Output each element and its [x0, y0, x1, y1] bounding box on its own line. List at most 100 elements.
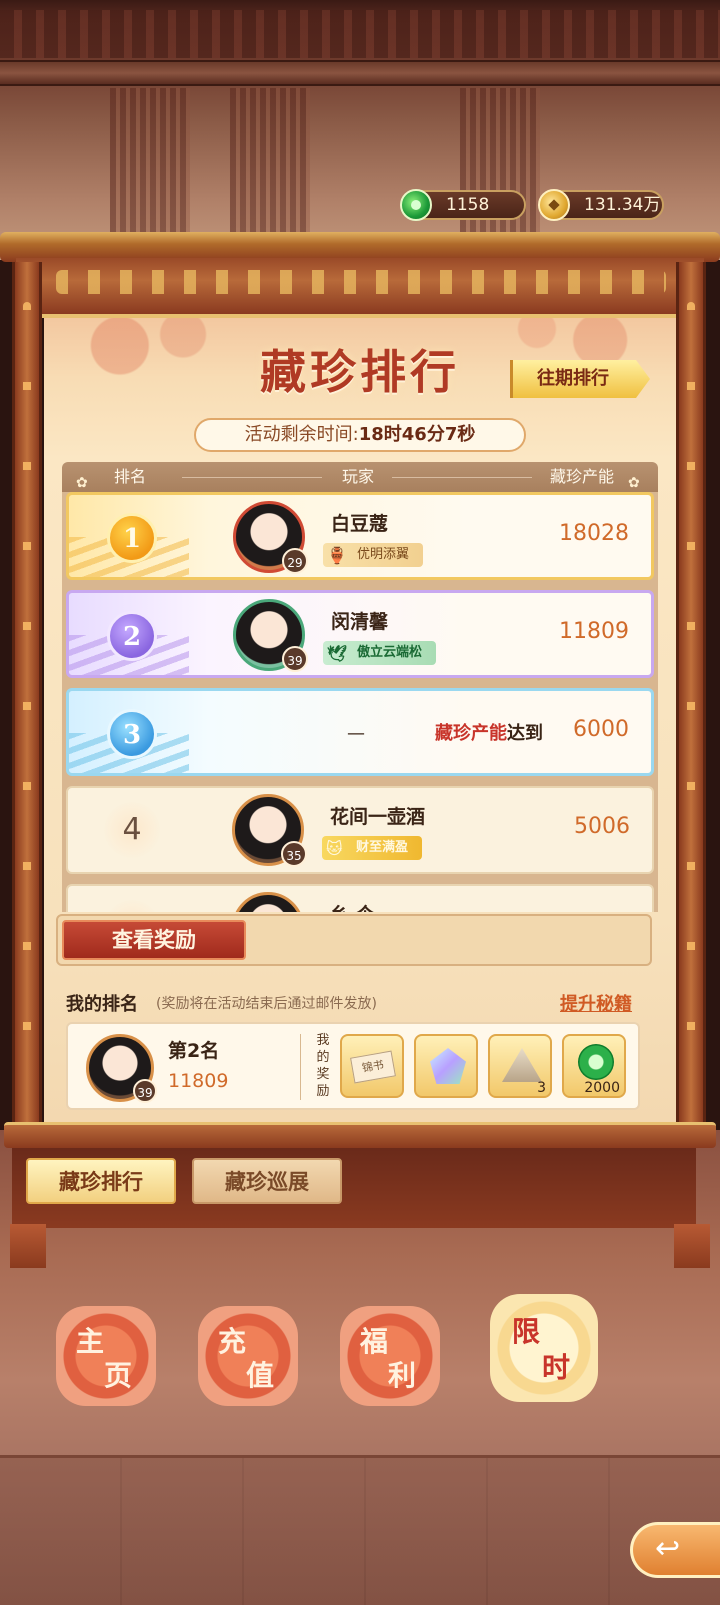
- crane-icon: 🕊: [327, 644, 348, 663]
- bead-curtain: [230, 88, 310, 238]
- jade-icon: [400, 189, 432, 221]
- avatar[interactable]: 35: [232, 794, 307, 867]
- ranking-table-header: ✿ 排名 玩家 藏珍产能 ✿: [62, 462, 658, 492]
- avatar[interactable]: [232, 892, 304, 912]
- lucky-cat-icon: 🐱: [326, 839, 343, 858]
- timer-value: 18时46分7秒: [358, 424, 476, 445]
- view-rewards-button[interactable]: 查看奖励: [62, 920, 246, 960]
- reward-item[interactable]: [414, 1034, 478, 1098]
- reward-quantity: 3: [537, 1080, 546, 1096]
- nav-char: 充: [218, 1325, 247, 1358]
- bronze-medal-icon: 3: [107, 709, 157, 759]
- nav-limited-button[interactable]: 限时: [490, 1294, 598, 1402]
- bead-curtain: [110, 88, 190, 238]
- reward-quantity: 2000: [584, 1080, 620, 1096]
- nav-char: 值: [246, 1359, 275, 1392]
- nav-recharge-button[interactable]: 充值: [198, 1306, 298, 1406]
- coin-icon: [538, 189, 570, 221]
- back-arrow-icon: ↩: [655, 1531, 681, 1566]
- table-row[interactable]: 5 糸 个 4784: [66, 884, 654, 912]
- ranking-list[interactable]: 1 29 白豆蔻 🏺 优明添翼 18028 2 39 闵清馨 🕊 傲立云端松 118…: [62, 492, 658, 912]
- level-badge: 35: [281, 841, 307, 867]
- jade-icon: [578, 1044, 614, 1080]
- silver-medal-icon: 2: [107, 611, 157, 661]
- nav-char: 页: [104, 1359, 133, 1392]
- level-badge: 29: [282, 548, 308, 574]
- nav-char: 时: [542, 1351, 571, 1384]
- tab-exhibition[interactable]: 藏珍巡展: [192, 1158, 342, 1204]
- my-rank-heading: 我的排名: [66, 994, 138, 1015]
- player-title: 傲立云端松: [357, 645, 423, 660]
- player-name: 花间一壶酒: [330, 806, 426, 828]
- empty-player: —: [347, 723, 365, 744]
- my-reward-label: 我的奖励: [316, 1033, 330, 1099]
- avatar[interactable]: 39: [233, 599, 308, 672]
- bag-icon: 🏺: [327, 546, 347, 565]
- table-row[interactable]: 1 29 白豆蔻 🏺 优明添翼 18028: [66, 492, 654, 580]
- player-score: 5006: [574, 814, 630, 839]
- my-rank-note: (奖励将在活动结束后通过邮件发放): [156, 996, 377, 1012]
- jade-amount: 1158: [446, 195, 490, 215]
- player-name: 糸 个: [330, 900, 375, 912]
- rank-number: 4: [104, 802, 160, 858]
- divider: [300, 1034, 301, 1100]
- condition-verb: 达到: [507, 723, 543, 744]
- reward-item[interactable]: 3: [488, 1034, 552, 1098]
- divider: [392, 477, 532, 478]
- avatar[interactable]: 39: [86, 1034, 157, 1103]
- jade-currency[interactable]: 1158: [400, 189, 526, 221]
- player-title-badge: 🏺 优明添翼: [323, 543, 424, 567]
- coin-currency[interactable]: 131.34万: [538, 189, 664, 221]
- level-badge: 39: [282, 646, 308, 672]
- my-rank-card: 39 第2名 11809 我的奖励 锦书 3 2000: [66, 1022, 640, 1110]
- my-rank-score: 11809: [168, 1070, 229, 1092]
- divider: [182, 477, 322, 478]
- player-score: 11809: [559, 619, 629, 644]
- history-ranking-button[interactable]: 往期排行: [510, 360, 650, 398]
- reward-item[interactable]: 锦书: [340, 1034, 404, 1098]
- player-title-badge: 🕊 傲立云端松: [323, 641, 437, 665]
- coin-amount: 131.34万: [584, 195, 661, 215]
- condition-label: 藏珍产能: [435, 723, 507, 744]
- back-button[interactable]: ↩: [630, 1522, 720, 1578]
- cabinet-leg: [674, 1224, 710, 1268]
- gold-medal-icon: 1: [107, 513, 157, 563]
- background-hall: [0, 0, 720, 260]
- nav-char: 主: [76, 1325, 105, 1358]
- column-power: 藏珍产能: [550, 467, 615, 486]
- lattice-window: [0, 10, 720, 58]
- player-name: 闵清馨: [331, 611, 389, 633]
- timer-label: 活动剩余时间:: [244, 424, 359, 445]
- table-row[interactable]: 3 — 藏珍产能达到 6000: [66, 688, 654, 776]
- reward-item[interactable]: 2000: [562, 1034, 626, 1098]
- nav-home-button[interactable]: 主页: [56, 1306, 156, 1406]
- player-title-badge: 🐱 财至满盈: [322, 836, 423, 860]
- tent-icon: [502, 1048, 542, 1082]
- cabinet-base: [4, 1122, 716, 1148]
- table-row[interactable]: 4 35 花间一壶酒 🐱 财至满盈 5006: [66, 786, 654, 874]
- column-player: 玩家: [342, 467, 375, 486]
- nav-welfare-button[interactable]: 福利: [340, 1306, 440, 1406]
- cabinet-roof-band: [16, 258, 704, 318]
- roof-beam: [0, 60, 720, 86]
- rank-number: 5: [104, 900, 160, 912]
- event-timer: 活动剩余时间:18时46分7秒: [194, 418, 526, 452]
- nav-char: 福: [360, 1325, 389, 1358]
- player-title: 财至满盈: [356, 840, 409, 855]
- cabinet-leg: [10, 1224, 46, 1268]
- nav-char: 利: [388, 1359, 417, 1392]
- rank-condition: — 藏珍产能达到: [347, 719, 543, 745]
- tab-ranking[interactable]: 藏珍排行: [26, 1158, 176, 1204]
- player-score: 18028: [559, 521, 629, 546]
- avatar[interactable]: 29: [233, 501, 308, 574]
- player-title: 优明添翼: [357, 547, 410, 562]
- floor-tiles: [0, 1455, 720, 1605]
- gem-icon: [430, 1048, 466, 1084]
- tips-link[interactable]: 提升秘籍: [560, 990, 632, 1016]
- player-score: 6000: [573, 717, 629, 742]
- nav-char: 限: [512, 1315, 541, 1348]
- level-badge: 39: [133, 1079, 157, 1103]
- scroll-icon: 锦书: [350, 1050, 396, 1084]
- my-rank-position: 第2名: [168, 1040, 220, 1062]
- table-row[interactable]: 2 39 闵清馨 🕊 傲立云端松 11809: [66, 590, 654, 678]
